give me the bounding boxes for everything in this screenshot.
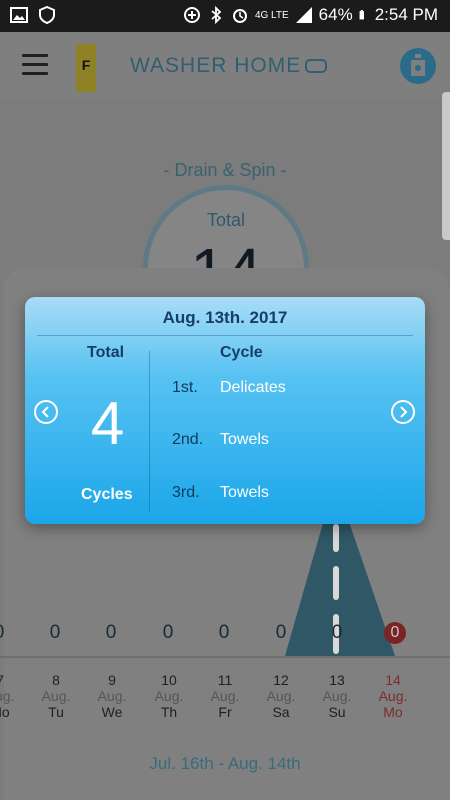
app-title: WASHER HOME [130,54,328,78]
bluetooth-icon [211,6,222,24]
cycle-row: 3rd. Towels [172,484,269,502]
cycle-row: 2nd. Towels [172,431,269,449]
cycle-name: Towels [220,431,269,448]
count-value: 0 [49,622,61,643]
chevron-left-icon [41,406,49,418]
cycle-name: Towels [220,484,269,501]
popup-total-label: Total [87,344,125,361]
battery-icon [359,10,364,20]
washer-link-icon [305,59,328,74]
popup-divider [37,335,413,336]
signal-icon [295,7,312,23]
detergent-bottle-icon [411,54,425,76]
next-day-button[interactable] [391,400,415,424]
cycle-row: 1st. Delicates [172,379,286,397]
total-label: Total [206,210,246,230]
detergent-button[interactable] [400,48,436,84]
count-value: 0 [331,622,343,643]
day-label-today[interactable]: 14 Aug. Mo [373,672,413,720]
popup-total-value: 4 [90,390,125,457]
cycle-mode: - Drain & Spin - [163,160,287,180]
popup-date: Aug. 13th. 2017 [162,308,288,327]
cycle-name: Delicates [220,379,286,396]
popup-cycles-label: Cycles [81,486,133,503]
day-label[interactable]: 11 Aug. Fr [205,672,245,720]
today-count-badge: 0 [384,622,406,644]
cycle-ordinal: 1st. [172,379,198,396]
network-type: 4G LTE [254,9,289,21]
clock: 2:54 PM [374,5,438,24]
battery-level: 64% [318,5,353,24]
count-value: 0 [162,622,174,643]
chart-baseline [0,656,450,658]
shield-icon [39,6,55,24]
popup-column-divider [149,351,150,511]
data-saver-icon [183,7,200,23]
cycle-ordinal: 3rd. [172,484,200,501]
status-bar: 4G LTE 64% 2:54 PM [0,0,450,32]
previous-day-button[interactable] [34,400,58,424]
day-label[interactable]: 8 Aug. Tu [36,672,76,720]
cycle-ordinal: 2nd. [172,431,204,448]
brand-logo: F [76,44,96,92]
day-label[interactable]: 9 Aug. We [92,672,132,720]
count-value: 0 [0,622,14,644]
count-value: 0 [218,622,230,643]
chevron-right-icon [400,406,408,418]
cycle-column-header: Cycle [220,344,263,361]
day-label[interactable]: 12 Aug. Sa [261,672,301,720]
date-range: Jul. 16th - Aug. 14th [149,754,301,773]
count-value: 0 [275,622,287,643]
alarm-icon [232,9,247,23]
day-label[interactable]: 13 Aug. Su [317,672,357,720]
menu-icon[interactable] [22,54,48,76]
app-bar: F WASHER HOME [0,32,450,100]
day-label[interactable]: 7Aug.Mo [0,672,20,720]
day-detail-popup: Aug. 13th. 2017 Total 4 Cycles Cycle 1st… [25,297,425,524]
day-label[interactable]: 10 Aug. Th [149,672,189,720]
count-value: 0 [105,622,117,643]
gallery-icon [10,7,28,23]
